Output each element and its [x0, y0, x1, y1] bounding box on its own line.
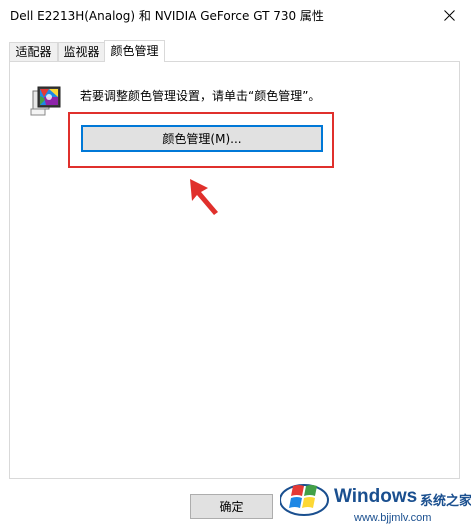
monitor-color-icon	[30, 86, 61, 116]
watermark-suffix: 系统之家	[420, 494, 471, 509]
tab-monitor[interactable]: 监视器	[58, 42, 105, 61]
title-bar: Dell E2213H(Analog) 和 NVIDIA GeForce GT …	[0, 0, 471, 30]
close-icon	[443, 9, 455, 21]
red-arrow-icon	[190, 179, 218, 215]
windows-logo-icon	[280, 484, 329, 516]
tab-adapter[interactable]: 适配器	[9, 42, 58, 61]
watermark-brand: Windows	[334, 486, 418, 507]
ok-button[interactable]: 确定	[190, 494, 273, 519]
window-title: Dell E2213H(Analog) 和 NVIDIA GeForce GT …	[10, 9, 324, 23]
tab-color-management[interactable]: 颜色管理	[104, 40, 165, 62]
instruction-text: 若要调整颜色管理设置，请单击“颜色管理”。	[80, 89, 321, 103]
close-button[interactable]	[427, 0, 471, 30]
watermark: Windows 系统之家 www.bjjmlv.com	[268, 468, 471, 530]
color-management-button[interactable]: 颜色管理(M)...	[81, 125, 323, 152]
watermark-url: www.bjjmlv.com	[354, 512, 432, 524]
